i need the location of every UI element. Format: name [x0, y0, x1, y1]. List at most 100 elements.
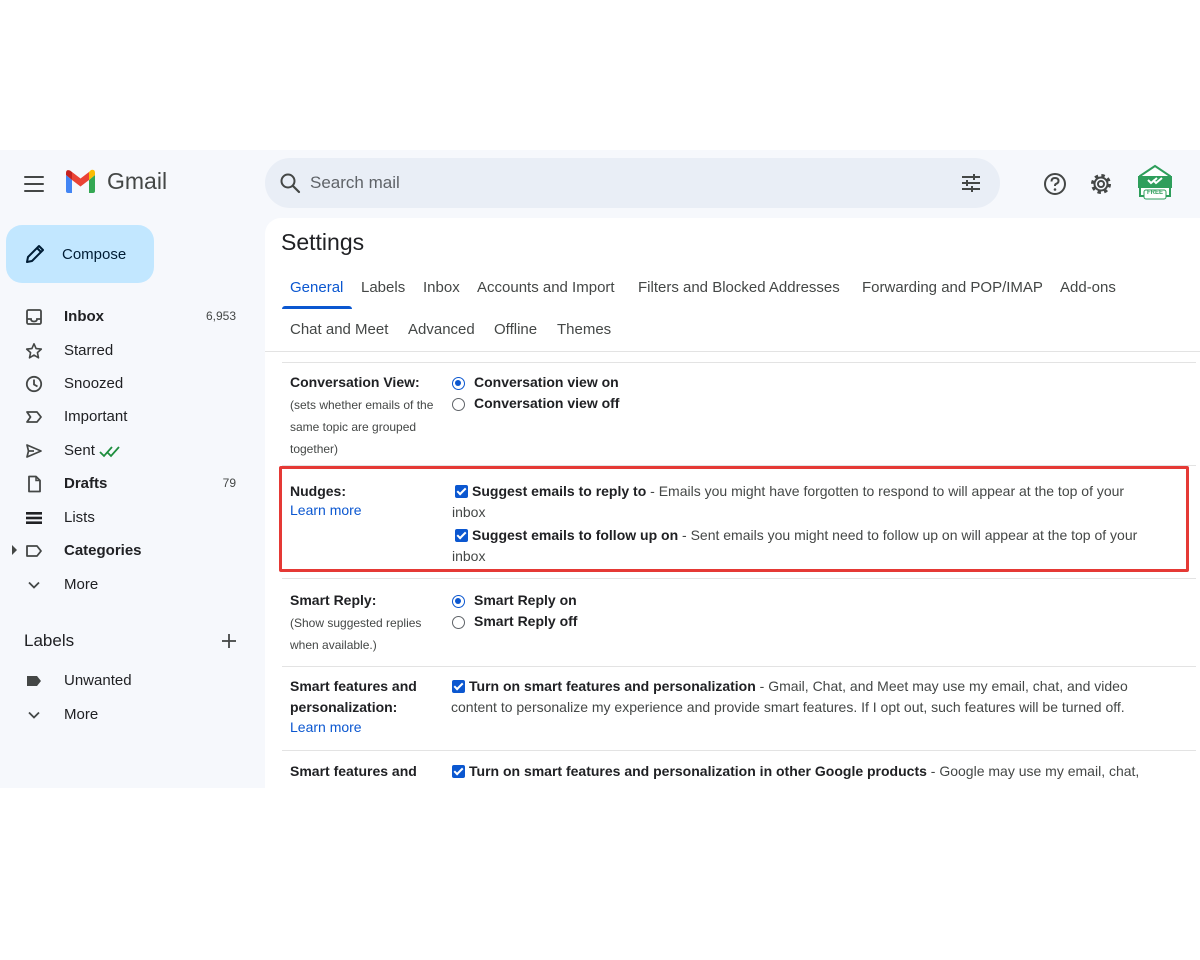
- suggest-follow-up-desc-cont: inbox: [452, 548, 486, 564]
- sidebar-item-categories[interactable]: Categories: [0, 534, 256, 566]
- suggest-follow-up-option[interactable]: Suggest emails to follow up on - Sent em…: [472, 525, 1137, 546]
- smart-features-desc-cont: content to personalize my experience and…: [451, 699, 1125, 715]
- search-options-icon[interactable]: [959, 171, 983, 195]
- conversation-view-off-radio[interactable]: [452, 398, 465, 411]
- sidebar-item-snoozed[interactable]: Snoozed: [0, 367, 256, 399]
- sidebar-item-label: More: [64, 575, 99, 593]
- suggest-reply-desc-cont: inbox: [452, 504, 486, 520]
- menu-bar: [24, 190, 44, 192]
- tab-general[interactable]: General: [290, 279, 343, 296]
- tabs-divider: [265, 351, 1200, 352]
- list-icon: [24, 508, 44, 528]
- row-divider: [282, 578, 1196, 579]
- important-icon: [24, 407, 44, 427]
- sidebar-item-label: Starred: [64, 341, 114, 359]
- tab-themes[interactable]: Themes: [557, 321, 611, 338]
- suggest-follow-up-checkbox[interactable]: [455, 529, 468, 542]
- tab-advanced[interactable]: Advanced: [408, 321, 475, 338]
- gmail-m-icon: [66, 169, 95, 193]
- conversation-view-desc: same topic are grouped: [290, 420, 417, 434]
- smart-features-option[interactable]: Turn on smart features and personalizati…: [469, 676, 1128, 697]
- sidebar-item-label: Categories: [64, 541, 142, 559]
- pencil-icon: [26, 245, 44, 263]
- tab-labels[interactable]: Labels: [361, 279, 405, 296]
- sidebar-item-more[interactable]: More: [0, 568, 256, 600]
- search-bar[interactable]: [265, 158, 1000, 208]
- drafts-count: 79: [222, 476, 236, 490]
- sidebar-item-drafts[interactable]: Drafts 79: [0, 467, 256, 499]
- conversation-view-on-label[interactable]: Conversation view on: [474, 372, 619, 393]
- smart-reply-desc: when available.): [290, 638, 377, 652]
- tab-filters-and-blocked-addresses[interactable]: Filters and Blocked Addresses: [638, 279, 840, 296]
- smart-features-other-checkbox[interactable]: [452, 765, 465, 778]
- help-icon[interactable]: [1042, 171, 1068, 197]
- labels-more[interactable]: More: [0, 698, 256, 730]
- smart-features-desc: - Gmail, Chat, and Meet may use my email…: [755, 678, 1128, 694]
- gmail-logo[interactable]: Gmail: [64, 168, 167, 195]
- smart-reply-off-radio[interactable]: [452, 616, 465, 629]
- avatar-badge-icon: [1138, 164, 1172, 200]
- gmail-app: Gmail F: [0, 150, 1200, 788]
- expand-caret-icon[interactable]: [12, 545, 17, 555]
- row-divider: [282, 362, 1196, 363]
- tab-forwarding-pop-imap[interactable]: Forwarding and POP/IMAP: [862, 279, 1043, 296]
- smart-features-title: Turn on smart features and personalizati…: [469, 678, 756, 694]
- smart-reply-on-label[interactable]: Smart Reply on: [474, 590, 577, 611]
- label-item-label: Unwanted: [64, 671, 132, 689]
- labels-header: Labels: [24, 631, 75, 650]
- chevron-down-icon: [24, 575, 44, 595]
- search-input[interactable]: [310, 168, 910, 198]
- menu-bar: [24, 183, 44, 185]
- smart-reply-off-label[interactable]: Smart Reply off: [474, 611, 577, 632]
- active-tab-indicator: [282, 306, 352, 309]
- smart-reply-desc: (Show suggested replies: [290, 616, 422, 630]
- suggest-reply-option[interactable]: Suggest emails to reply to - Emails you …: [472, 481, 1124, 502]
- smart-features-other-option[interactable]: Turn on smart features and personalizati…: [469, 761, 1139, 782]
- send-icon: [24, 441, 44, 461]
- star-icon: [24, 341, 44, 361]
- smart-features-label: personalization:: [290, 699, 398, 715]
- smart-features-learn-more-link[interactable]: Learn more: [290, 719, 362, 735]
- label-item-unwanted[interactable]: Unwanted: [0, 664, 256, 696]
- tab-inbox[interactable]: Inbox: [423, 279, 460, 296]
- main-menu-button[interactable]: [22, 172, 46, 196]
- suggest-reply-checkbox[interactable]: [455, 485, 468, 498]
- add-label-icon[interactable]: [219, 631, 239, 651]
- sidebar-item-starred[interactable]: Starred: [0, 334, 256, 366]
- smart-features-checkbox[interactable]: [452, 680, 465, 693]
- smart-reply-on-radio[interactable]: [452, 595, 465, 608]
- smart-features-other-title: Turn on smart features and personalizati…: [469, 763, 927, 779]
- avatar-badge-label: FREE: [1146, 190, 1163, 196]
- sidebar-item-inbox[interactable]: Inbox 6,953: [0, 300, 256, 332]
- label-item-label: More: [64, 705, 99, 723]
- sidebar-item-label: Snoozed: [64, 374, 124, 392]
- search-icon[interactable]: [278, 171, 302, 195]
- tab-accounts-and-import[interactable]: Accounts and Import: [477, 279, 615, 296]
- settings-panel: Settings General Labels Inbox Accounts a…: [265, 218, 1200, 788]
- account-avatar[interactable]: FREE: [1136, 162, 1174, 202]
- sidebar-item-sent[interactable]: Sent: [0, 434, 256, 466]
- tab-offline[interactable]: Offline: [494, 321, 537, 338]
- sidebar-item-important[interactable]: Important: [0, 400, 256, 432]
- label-tag-icon: [24, 671, 44, 691]
- conversation-view-label: Conversation View:: [290, 374, 420, 390]
- settings-gear-icon[interactable]: [1088, 171, 1114, 197]
- nudges-learn-more-link[interactable]: Learn more: [290, 502, 362, 518]
- clock-icon: [24, 374, 44, 394]
- tab-add-ons[interactable]: Add-ons: [1060, 279, 1116, 296]
- inbox-count: 6,953: [205, 309, 236, 323]
- sidebar-item-label: Sent: [64, 441, 95, 459]
- conversation-view-desc: together): [290, 442, 339, 456]
- sidebar-item-label: Lists: [64, 508, 95, 526]
- gmail-wordmark: Gmail: [107, 168, 168, 194]
- tab-chat-and-meet[interactable]: Chat and Meet: [290, 321, 388, 338]
- inbox-icon: [24, 307, 44, 327]
- sidebar-item-lists[interactable]: Lists: [0, 501, 256, 533]
- compose-label: Compose: [62, 245, 127, 263]
- conversation-view-on-radio[interactable]: [452, 377, 465, 390]
- menu-bar: [24, 176, 44, 178]
- compose-button[interactable]: Compose: [6, 225, 154, 283]
- conversation-view-off-label[interactable]: Conversation view off: [474, 393, 619, 414]
- nudges-label: Nudges:: [290, 483, 346, 499]
- smart-features-label: Smart features and: [290, 678, 417, 694]
